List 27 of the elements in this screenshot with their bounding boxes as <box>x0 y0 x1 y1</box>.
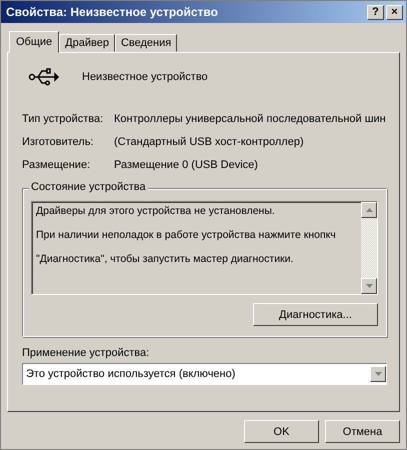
property-value: (Стандартный USB хост-контроллер) <box>114 136 305 148</box>
down-arrow-icon <box>374 372 382 376</box>
property-value: Контроллеры универсальной последовательной шин <box>114 113 387 125</box>
group-title: Состояние устройства <box>29 181 148 193</box>
up-arrow-icon <box>366 208 372 212</box>
cancel-button[interactable]: Отмена <box>325 420 400 443</box>
tab[interactable]: Общие <box>9 31 60 53</box>
usage-dropdown[interactable]: Это устройство используется (включено) <box>22 363 387 385</box>
tab[interactable]: Сведения <box>114 34 178 52</box>
help-button[interactable]: ? <box>367 4 384 20</box>
diagnostics-button[interactable]: Диагностика... <box>253 303 378 326</box>
ok-button[interactable]: OK <box>244 420 319 443</box>
scrollbar[interactable] <box>361 202 377 294</box>
property-label: Размещение: <box>22 159 92 171</box>
property-label: Изготовитель: <box>22 136 94 148</box>
usage-label: Применение устройства: <box>22 347 150 359</box>
status-message: "Диагностика", чтобы запустить мастер диагностики. <box>36 253 294 265</box>
down-arrow-icon <box>366 284 372 288</box>
property-value: Размещение 0 (USB Device) <box>114 159 259 171</box>
property-label: Тип устройства: <box>22 113 104 125</box>
status-message: При наличии неполадок в работе устройства нажмите кнопкч <box>36 229 337 241</box>
window-title: Свойства: Неизвестное устройство <box>6 5 219 19</box>
close-button[interactable]: × <box>386 4 403 20</box>
device-name: Неизвестное устройство <box>82 71 208 83</box>
usb-icon <box>28 67 60 87</box>
status-message: Драйверы для этого устройства не установлены. <box>36 205 276 217</box>
tab[interactable]: Драйвер <box>59 34 115 52</box>
